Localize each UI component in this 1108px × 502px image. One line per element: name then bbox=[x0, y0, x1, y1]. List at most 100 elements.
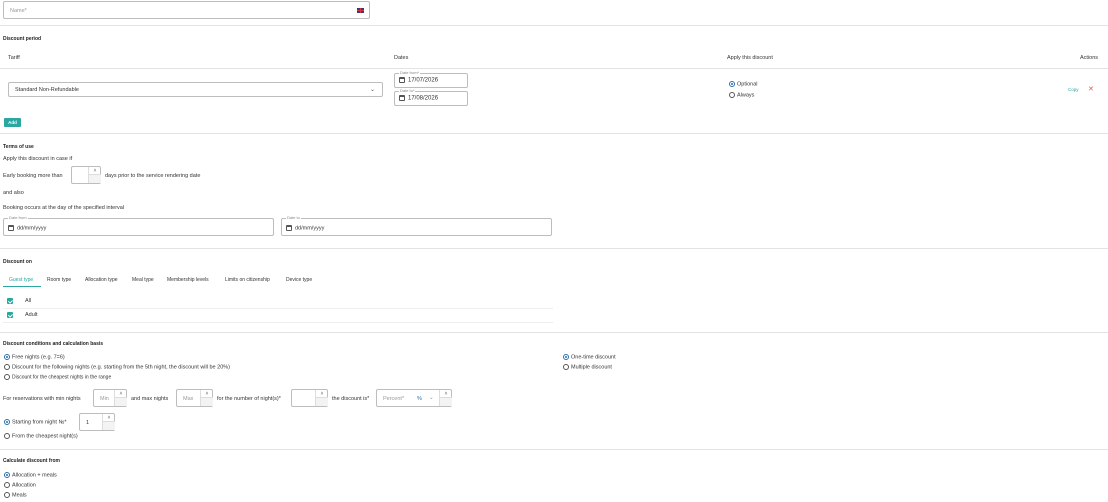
dates-column-header: Dates bbox=[394, 55, 409, 61]
starting-night-input[interactable]: 1 ˄ bbox=[79, 413, 115, 431]
calendar-icon bbox=[286, 225, 292, 231]
apply-always-radio[interactable]: Always bbox=[729, 92, 754, 98]
date-to-label: Date to* bbox=[399, 88, 416, 93]
tariff-select[interactable]: Standard Non-Refundable ⌄ bbox=[8, 82, 383, 97]
and-max-text: and max nights bbox=[131, 396, 169, 402]
basis-radio-free-nights[interactable]: Free nights (e.g. 7=6) bbox=[4, 354, 65, 360]
list-item[interactable]: All bbox=[7, 298, 31, 304]
early-booking-prefix: Early booking more than bbox=[3, 173, 63, 179]
early-booking-days-input[interactable]: ˄ bbox=[71, 166, 101, 184]
close-icon[interactable]: ✕ bbox=[1088, 85, 1094, 93]
decrement-icon[interactable] bbox=[440, 398, 452, 406]
divider bbox=[3, 308, 553, 309]
decrement-icon[interactable] bbox=[115, 398, 127, 406]
tariff-column-header: Tariff bbox=[8, 55, 20, 61]
chevron-down-icon[interactable]: ⌄ bbox=[429, 395, 434, 401]
name-field[interactable]: Name* bbox=[3, 1, 370, 19]
from-cheapest-radio[interactable]: From the cheapest night(s) bbox=[4, 433, 78, 439]
min-nights-input[interactable]: Min ˄ bbox=[93, 389, 127, 407]
date-from-value: 17/07/2026 bbox=[408, 77, 439, 84]
booking-occurs-text: Booking occurs at the day of the specifi… bbox=[3, 205, 125, 211]
tariff-value: Standard Non-Refundable bbox=[15, 87, 79, 93]
apply-optional-radio[interactable]: Optional bbox=[729, 81, 758, 87]
tab-membership-levels[interactable]: Membership levels bbox=[167, 277, 209, 283]
and-also-text: and also bbox=[3, 190, 24, 196]
apply-option-label: Optional bbox=[737, 81, 758, 88]
increment-icon[interactable]: ˄ bbox=[440, 390, 452, 398]
basis-option-label: Free nights (e.g. 7=6) bbox=[12, 354, 65, 361]
frequency-radio-multiple[interactable]: Multiple discount bbox=[563, 364, 612, 370]
date-to-value: 17/08/2026 bbox=[408, 95, 439, 102]
max-nights-input[interactable]: Max ˄ bbox=[176, 389, 213, 407]
discount-period-title: Discount period bbox=[3, 36, 42, 42]
starting-from-label: Starting from night №* bbox=[12, 419, 67, 426]
apply-option-label: Always bbox=[737, 92, 755, 99]
number-of-nights-input[interactable]: ˄ bbox=[291, 389, 328, 407]
percent-symbol: % bbox=[417, 396, 422, 402]
checkbox-checked-icon[interactable] bbox=[7, 312, 13, 318]
terms-date-from-field[interactable]: Date from dd/mm/yyyy bbox=[3, 215, 274, 236]
increment-icon[interactable]: ˄ bbox=[316, 390, 328, 398]
terms-date-from-label: Date from bbox=[8, 215, 28, 220]
conditions-title: Discount conditions and calculation basi… bbox=[3, 341, 104, 347]
discount-on-title: Discount on bbox=[3, 259, 32, 265]
increment-icon[interactable]: ˄ bbox=[115, 390, 127, 398]
date-from-label: Date from* bbox=[399, 70, 421, 75]
terms-date-to-label: Date to bbox=[286, 215, 301, 220]
date-placeholder: dd/mm/yyyy bbox=[295, 225, 325, 232]
for-reservations-text: For reservations with min nights bbox=[3, 396, 81, 402]
from-cheapest-label: From the cheapest night(s) bbox=[12, 433, 78, 440]
percent-input[interactable]: Percent* % ⌄ ˄ bbox=[376, 389, 452, 407]
starting-from-radio[interactable]: Starting from night №* bbox=[4, 419, 67, 425]
calculate-option-label: Allocation bbox=[12, 482, 36, 489]
decrement-icon[interactable] bbox=[316, 398, 328, 406]
calculate-from-title: Calculate discount from bbox=[3, 458, 60, 464]
chevron-down-icon: ⌄ bbox=[369, 87, 375, 93]
date-to-field[interactable]: Date to* 17/08/2026 bbox=[394, 88, 468, 106]
terms-date-to-field[interactable]: Date to dd/mm/yyyy bbox=[281, 215, 552, 236]
divider bbox=[3, 322, 553, 323]
early-booking-suffix: days prior to the service rendering date bbox=[105, 173, 201, 179]
increment-icon[interactable]: ˄ bbox=[201, 390, 213, 398]
calculate-radio-allocation-meals[interactable]: Allocation + meals bbox=[4, 472, 57, 478]
basis-option-label: Discount for the following nights (e.g. … bbox=[12, 364, 230, 371]
max-placeholder: Max bbox=[183, 396, 194, 402]
discount-is-text: the discount is* bbox=[332, 396, 370, 402]
decrement-icon[interactable] bbox=[103, 422, 115, 430]
tab-allocation-type[interactable]: Allocation type bbox=[85, 277, 118, 283]
decrement-icon[interactable] bbox=[201, 398, 213, 406]
add-button[interactable]: Add bbox=[4, 118, 21, 127]
calculate-radio-allocation[interactable]: Allocation bbox=[4, 482, 36, 488]
active-tab-underline bbox=[3, 286, 41, 287]
increment-icon[interactable]: ˄ bbox=[103, 414, 115, 422]
name-placeholder: Name* bbox=[10, 8, 27, 14]
increment-icon[interactable]: ˄ bbox=[89, 167, 101, 175]
list-item-label: All bbox=[25, 298, 32, 305]
copy-link[interactable]: Copy bbox=[1068, 87, 1079, 92]
for-number-text: for the number of night(s)* bbox=[217, 396, 281, 402]
calendar-icon bbox=[8, 225, 14, 231]
basis-radio-cheapest-nights[interactable]: Discount for the cheapest nights in the … bbox=[4, 374, 111, 380]
tab-limits-on-citizenship[interactable]: Limits on citizenship bbox=[225, 277, 270, 283]
starting-night-value: 1 bbox=[86, 420, 90, 426]
frequency-radio-one-time[interactable]: One-time discount bbox=[563, 354, 616, 360]
date-from-field[interactable]: Date from* 17/07/2026 bbox=[394, 70, 468, 88]
min-placeholder: Min bbox=[100, 396, 109, 402]
tab-room-type[interactable]: Room type bbox=[47, 277, 71, 283]
percent-placeholder: Percent* bbox=[383, 396, 405, 402]
frequency-option-label: Multiple discount bbox=[571, 364, 612, 371]
basis-radio-following-nights[interactable]: Discount for the following nights (e.g. … bbox=[4, 364, 230, 370]
checkbox-checked-icon[interactable] bbox=[7, 298, 13, 304]
calculate-radio-meals[interactable]: Meals bbox=[4, 492, 27, 498]
uk-flag-icon[interactable] bbox=[357, 8, 364, 13]
list-item[interactable]: Adult bbox=[7, 312, 38, 318]
apply-column-header: Apply this discount bbox=[727, 55, 773, 61]
tab-guest-type[interactable]: Guest type bbox=[9, 277, 33, 283]
tab-device-type[interactable]: Device type bbox=[286, 277, 312, 283]
apply-if-text: Apply this discount in case if bbox=[3, 156, 73, 162]
calendar-icon bbox=[399, 95, 405, 101]
tab-meal-type[interactable]: Meal type bbox=[132, 277, 154, 283]
terms-title: Terms of use bbox=[3, 144, 34, 150]
list-item-label: Adult bbox=[25, 312, 38, 319]
decrement-icon[interactable] bbox=[89, 175, 101, 183]
